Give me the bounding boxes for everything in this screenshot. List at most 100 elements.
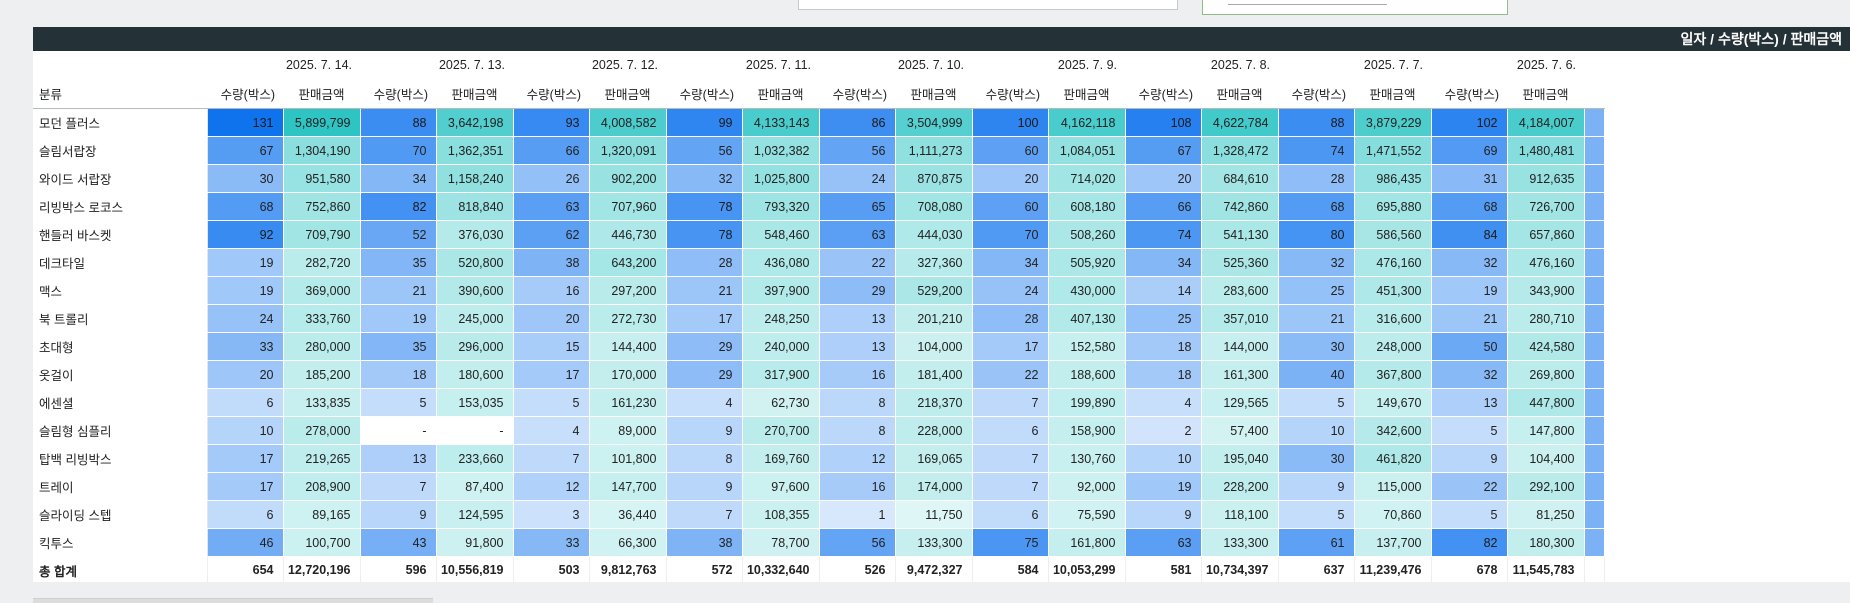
qty-cell[interactable]: 78 xyxy=(666,220,743,249)
amount-cell[interactable]: 248,000 xyxy=(1354,332,1432,361)
qty-cell[interactable]: 40 xyxy=(1278,360,1355,389)
amount-cell[interactable]: 986,435 xyxy=(1354,164,1432,193)
table-row[interactable]: 슬라이딩 스텝 6 89,165 9 124,595 3 36,440 7 108,355 1 11… xyxy=(33,500,1605,529)
amount-cell[interactable]: 4,184,007 xyxy=(1507,108,1585,137)
qty-cell[interactable]: 102 xyxy=(1431,108,1508,137)
table-row[interactable]: 리빙박스 로코스 68 752,860 82 818,840 63 707,960 78 793… xyxy=(33,192,1605,221)
amount-cell[interactable]: 1,032,382 xyxy=(742,136,820,165)
qty-cell[interactable]: 32 xyxy=(1431,360,1508,389)
amount-cell[interactable]: 70,860 xyxy=(1354,500,1432,529)
amount-cell[interactable]: 870,875 xyxy=(895,164,973,193)
amount-cell[interactable]: 3,642,198 xyxy=(436,108,514,137)
qty-cell[interactable]: 68 xyxy=(207,192,284,221)
amount-cell[interactable]: 133,300 xyxy=(895,528,973,557)
qty-cell[interactable]: 8 xyxy=(819,416,896,445)
qty-cell[interactable]: 19 xyxy=(207,276,284,305)
amount-cell[interactable]: 608,180 xyxy=(1048,192,1126,221)
qty-cell[interactable]: 6 xyxy=(207,388,284,417)
qty-cell[interactable]: 12 xyxy=(513,472,590,501)
qty-cell[interactable]: 8 xyxy=(819,388,896,417)
qty-cell[interactable]: 74 xyxy=(1125,220,1202,249)
amount-cell[interactable]: 118,100 xyxy=(1201,500,1279,529)
amount-cell[interactable]: 81,250 xyxy=(1507,500,1585,529)
amount-cell[interactable]: 161,230 xyxy=(589,388,667,417)
qty-cell[interactable]: 9 xyxy=(666,472,743,501)
qty-cell[interactable]: 7 xyxy=(360,472,437,501)
qty-cell[interactable]: 21 xyxy=(1431,304,1508,333)
amount-cell[interactable]: 11,750 xyxy=(895,500,973,529)
qty-cell[interactable]: 5 xyxy=(1278,500,1355,529)
qty-cell[interactable]: 80 xyxy=(1278,220,1355,249)
qty-cell[interactable]: 17 xyxy=(207,444,284,473)
amount-cell[interactable]: 1,328,472 xyxy=(1201,136,1279,165)
qty-cell[interactable]: 88 xyxy=(360,108,437,137)
qty-cell[interactable]: 19 xyxy=(1431,276,1508,305)
qty-cell[interactable]: 4 xyxy=(1125,388,1202,417)
horizontal-scrollbar[interactable] xyxy=(33,598,433,603)
qty-cell[interactable]: 32 xyxy=(1278,248,1355,277)
amount-cell[interactable]: 181,400 xyxy=(895,360,973,389)
amount-cell[interactable]: 185,200 xyxy=(283,360,361,389)
table-row[interactable]: 모던 플러스 131 5,899,799 88 3,642,198 93 4,008,582… xyxy=(33,108,1605,137)
qty-cell[interactable]: 63 xyxy=(1125,528,1202,557)
amount-cell[interactable]: 62,730 xyxy=(742,388,820,417)
qty-cell[interactable]: 6 xyxy=(972,416,1049,445)
amount-cell[interactable]: 508,260 xyxy=(1048,220,1126,249)
qty-cell[interactable]: 66 xyxy=(1125,192,1202,221)
amount-cell[interactable]: 4,008,582 xyxy=(589,108,667,137)
amount-cell[interactable]: 708,080 xyxy=(895,192,973,221)
qty-cell[interactable]: 10 xyxy=(1278,416,1355,445)
amount-cell[interactable]: 137,700 xyxy=(1354,528,1432,557)
qty-cell[interactable]: 86 xyxy=(819,108,896,137)
amount-cell[interactable]: 208,900 xyxy=(283,472,361,501)
amount-cell[interactable]: 316,600 xyxy=(1354,304,1432,333)
qty-cell[interactable]: 33 xyxy=(207,332,284,361)
qty-cell[interactable]: 67 xyxy=(1125,136,1202,165)
amount-cell[interactable]: 529,200 xyxy=(895,276,973,305)
amount-cell[interactable]: 1,480,481 xyxy=(1507,136,1585,165)
qty-cell[interactable]: 17 xyxy=(207,472,284,501)
amount-cell[interactable]: 130,760 xyxy=(1048,444,1126,473)
qty-cell[interactable]: 19 xyxy=(360,304,437,333)
qty-cell[interactable]: 24 xyxy=(207,304,284,333)
amount-cell[interactable]: 169,065 xyxy=(895,444,973,473)
qty-cell[interactable]: 68 xyxy=(1278,192,1355,221)
qty-cell[interactable]: 13 xyxy=(819,332,896,361)
qty-cell[interactable]: 74 xyxy=(1278,136,1355,165)
amount-cell[interactable]: 447,800 xyxy=(1507,388,1585,417)
amount-cell[interactable]: 78,700 xyxy=(742,528,820,557)
amount-cell[interactable]: 695,880 xyxy=(1354,192,1432,221)
qty-cell[interactable]: 62 xyxy=(513,220,590,249)
qty-cell[interactable]: 30 xyxy=(207,164,284,193)
amount-cell[interactable]: 902,200 xyxy=(589,164,667,193)
amount-cell[interactable]: 951,580 xyxy=(283,164,361,193)
amount-cell[interactable]: 91,800 xyxy=(436,528,514,557)
amount-cell[interactable]: - xyxy=(436,416,514,445)
amount-cell[interactable]: 444,030 xyxy=(895,220,973,249)
qty-cell[interactable]: 7 xyxy=(972,444,1049,473)
qty-cell[interactable]: 31 xyxy=(1431,164,1508,193)
amount-cell[interactable]: 101,800 xyxy=(589,444,667,473)
amount-cell[interactable]: 147,700 xyxy=(589,472,667,501)
qty-cell[interactable]: 84 xyxy=(1431,220,1508,249)
amount-cell[interactable]: 1,362,351 xyxy=(436,136,514,165)
qty-cell[interactable]: 56 xyxy=(819,136,896,165)
qty-cell[interactable]: 100 xyxy=(972,108,1049,137)
qty-cell[interactable]: 70 xyxy=(360,136,437,165)
amount-cell[interactable]: 407,130 xyxy=(1048,304,1126,333)
qty-cell[interactable]: 9 xyxy=(360,500,437,529)
amount-cell[interactable]: 89,165 xyxy=(283,500,361,529)
amount-cell[interactable]: 144,400 xyxy=(589,332,667,361)
amount-cell[interactable]: 282,720 xyxy=(283,248,361,277)
amount-cell[interactable]: 1,111,273 xyxy=(895,136,973,165)
qty-cell[interactable]: 99 xyxy=(666,108,743,137)
amount-cell[interactable]: 104,400 xyxy=(1507,444,1585,473)
amount-cell[interactable]: 283,600 xyxy=(1201,276,1279,305)
amount-cell[interactable]: 87,400 xyxy=(436,472,514,501)
amount-cell[interactable]: 367,800 xyxy=(1354,360,1432,389)
qty-cell[interactable]: 61 xyxy=(1278,528,1355,557)
qty-cell[interactable]: 30 xyxy=(1278,444,1355,473)
qty-cell[interactable]: 75 xyxy=(972,528,1049,557)
qty-cell[interactable]: 35 xyxy=(360,332,437,361)
amount-cell[interactable]: 201,210 xyxy=(895,304,973,333)
